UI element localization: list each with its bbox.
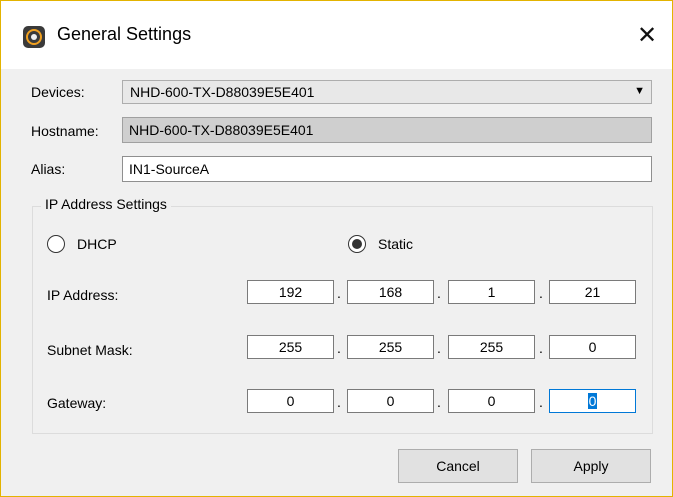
dropdown-arrow-icon: ▼ [634,85,645,97]
close-icon[interactable]: ✕ [629,19,665,55]
hostname-value: NHD-600-TX-D88039E5E401 [129,122,314,138]
gateway-octet-1[interactable]: 0 [247,389,334,413]
hostname-field: NHD-600-TX-D88039E5E401 [122,117,652,143]
subnet-octet-4[interactable]: 0 [549,335,636,359]
devices-selected-value: NHD-600-TX-D88039E5E401 [130,84,315,100]
window-title: General Settings [57,24,192,44]
ip-separator: . [539,285,543,301]
gateway-octet-4[interactable]: 0 [549,389,636,413]
hostname-label: Hostname: [31,123,99,139]
general-settings-dialog: General Settings ✕ Devices: NHD-600-TX-D… [0,0,673,497]
alias-input[interactable]: IN1-SourceA [122,156,652,182]
ip-settings-group-title: IP Address Settings [41,196,171,212]
cancel-button[interactable]: Cancel [398,449,518,483]
ip-separator: . [337,285,341,301]
gateway-octet-3[interactable]: 0 [448,389,535,413]
gateway-octet-4-selected-text: 0 [587,393,598,409]
app-icon [23,26,45,48]
ip-octet-4[interactable]: 21 [549,280,636,304]
gateway-label: Gateway: [47,395,107,411]
ip-address-label: IP Address: [47,287,119,303]
static-label: Static [378,236,414,252]
ip-octet-1[interactable]: 192 [247,280,334,304]
ip-octet-3[interactable]: 1 [448,280,535,304]
dhcp-radio[interactable] [47,235,65,253]
static-radio-selected-dot [352,239,362,249]
subnet-mask-label: Subnet Mask: [47,342,133,358]
subnet-separator: . [337,340,341,356]
ip-octet-2[interactable]: 168 [347,280,434,304]
gateway-separator: . [437,394,441,410]
alias-label: Alias: [31,161,66,177]
subnet-separator: . [437,340,441,356]
devices-dropdown[interactable]: NHD-600-TX-D88039E5E401 ▼ [122,80,652,104]
gateway-separator: . [337,394,341,410]
gateway-octet-2[interactable]: 0 [347,389,434,413]
subnet-octet-3[interactable]: 255 [448,335,535,359]
alias-value: IN1-SourceA [129,161,210,177]
subnet-separator: . [539,340,543,356]
apply-button[interactable]: Apply [531,449,651,483]
ip-separator: . [437,285,441,301]
subnet-octet-1[interactable]: 255 [247,335,334,359]
gateway-separator: . [539,394,543,410]
devices-label: Devices: [31,84,85,100]
subnet-octet-2[interactable]: 255 [347,335,434,359]
static-radio[interactable] [348,235,366,253]
title-bar: General Settings ✕ [1,1,672,69]
dhcp-label: DHCP [77,236,117,252]
